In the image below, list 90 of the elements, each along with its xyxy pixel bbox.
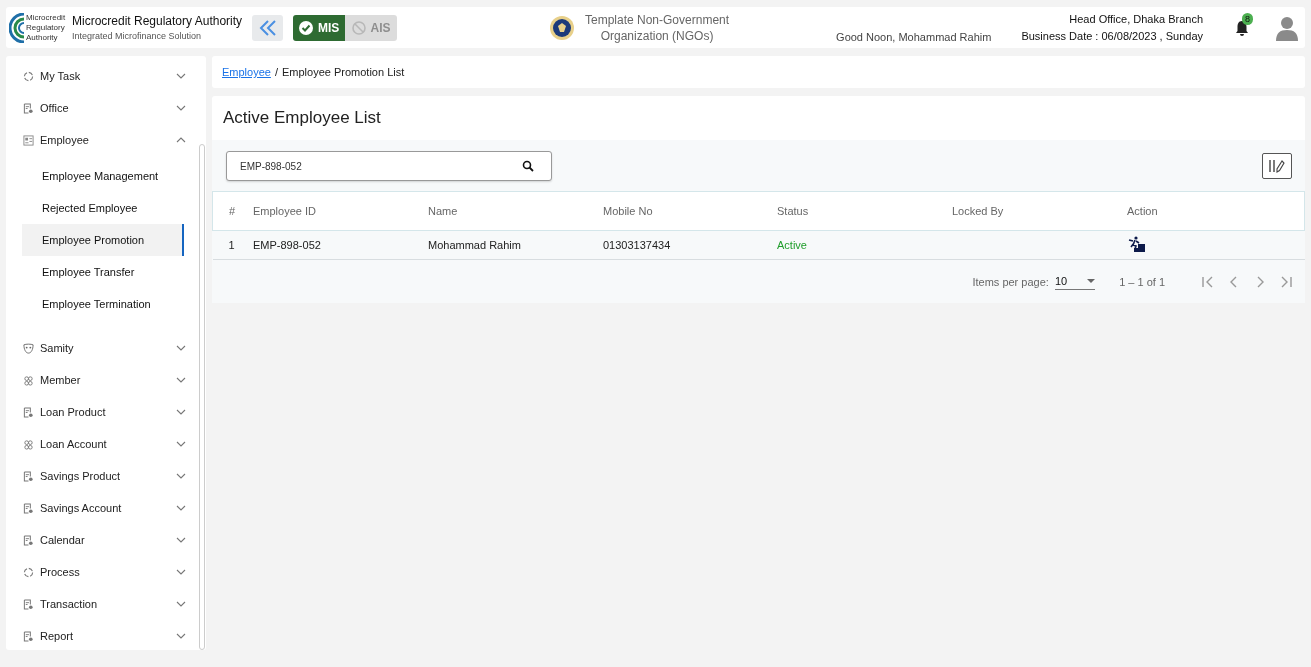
cycle-icon — [23, 566, 34, 578]
column-header: Employee ID — [252, 191, 427, 231]
column-header: Name — [427, 191, 602, 231]
notification-count: 8 — [1242, 12, 1253, 25]
chevron-down-icon — [176, 377, 186, 383]
sidebar-item[interactable]: Calendar — [6, 524, 206, 556]
document-icon — [23, 102, 34, 114]
breadcrumb-current: Employee Promotion List — [282, 66, 405, 78]
sidebar-item[interactable]: Samity — [6, 332, 206, 364]
authority-logo-icon — [9, 12, 25, 43]
sidebar-item[interactable]: Loan Product — [6, 396, 206, 428]
sidebar-item[interactable]: Loan Account — [6, 428, 206, 460]
id-card-icon — [23, 134, 34, 146]
sidebar-subitem[interactable]: Employee Transfer — [22, 256, 184, 288]
mask-icon — [23, 342, 34, 354]
sidebar-subitem[interactable]: Rejected Employee — [22, 192, 184, 224]
sidebar-item[interactable]: Process — [6, 556, 206, 588]
document-icon — [23, 502, 34, 514]
document-icon — [23, 630, 34, 642]
last-page-icon[interactable] — [1279, 275, 1293, 288]
table-cell: 1 — [228, 239, 235, 251]
column-header: Mobile No — [602, 191, 776, 231]
chevron-down-icon — [176, 569, 186, 575]
table-cell: 01303137434 — [603, 239, 671, 251]
sidebar-item[interactable]: Savings Account — [6, 492, 206, 524]
sidebar-item[interactable]: Employee — [6, 124, 206, 156]
sidebar-subitem[interactable]: Employee Management — [22, 160, 184, 192]
sidebar-item[interactable]: Report — [6, 620, 206, 652]
card-title: Active Employee List — [222, 107, 382, 129]
logo-text: Regulatory — [26, 22, 66, 33]
chevron-down-icon — [176, 473, 186, 479]
items-per-page-label: Items per page: — [972, 275, 1049, 288]
chevron-down-icon — [176, 601, 186, 607]
chevron-down-icon — [176, 633, 186, 639]
scrollbar[interactable] — [199, 144, 205, 650]
sidebar-item[interactable]: Transaction — [6, 588, 206, 620]
people-icon — [23, 438, 34, 450]
chevron-down-icon — [176, 505, 186, 511]
column-header: Locked By — [951, 191, 1126, 231]
sidebar-item[interactable]: Office — [6, 92, 206, 124]
climbing-stairs-icon[interactable] — [1127, 236, 1145, 252]
ngo-name: Template Non-Government Organization (NGOs) — [585, 11, 730, 44]
search-field[interactable]: EMP-898-052 — [226, 151, 552, 181]
dropdown-caret-icon — [1087, 279, 1096, 283]
chevron-down-icon — [176, 537, 186, 543]
chevron-down-icon — [176, 441, 186, 447]
logo-text: Authority — [26, 32, 59, 43]
seal-icon — [549, 14, 575, 41]
table-cell: Active — [777, 239, 807, 251]
greeting-text: Good Noon, Mohammad Rahim — [836, 31, 992, 43]
sidebar-subitem[interactable]: Employee Promotion — [22, 224, 184, 256]
page-range: 1 – 1 of 1 — [1119, 275, 1165, 288]
mode-tab[interactable]: MIS — [293, 14, 346, 41]
breadcrumb-separator: / — [274, 66, 278, 78]
user-avatar-icon[interactable] — [1275, 14, 1299, 41]
chevron-up-icon — [176, 137, 186, 143]
search-icon[interactable] — [522, 160, 534, 172]
logo-text: Microcredit — [26, 12, 67, 23]
document-icon — [23, 598, 34, 610]
column-header: # — [212, 191, 252, 231]
first-page-icon[interactable] — [1201, 275, 1215, 288]
document-icon — [23, 406, 34, 418]
cycle-icon — [23, 70, 34, 82]
business-date: Business Date : 06/08/2023 , Sunday — [1021, 30, 1203, 42]
sidebar-item[interactable]: My Task — [6, 60, 206, 92]
chevron-down-icon — [176, 345, 186, 351]
chevron-down-icon — [176, 105, 186, 111]
column-header: Status — [776, 191, 951, 231]
sidebar-item[interactable]: Savings Product — [6, 460, 206, 492]
collapse-sidebar-button[interactable] — [252, 14, 284, 41]
sidebar-subitem[interactable]: Employee Termination — [22, 288, 184, 320]
chevron-down-icon — [176, 73, 186, 79]
double-chevron-left-icon — [257, 18, 278, 37]
office-name: Head Office, Dhaka Branch — [1069, 13, 1203, 25]
table-cell: EMP-898-052 — [253, 239, 321, 251]
chevron-down-icon — [176, 409, 186, 415]
people-icon — [23, 374, 34, 386]
org-subtitle: Integrated Microfinance Solution — [72, 31, 203, 41]
org-name: Microcredit Regulatory Authority — [72, 14, 243, 28]
column-header: Action — [1126, 191, 1305, 231]
edit-columns-button[interactable] — [1262, 153, 1292, 179]
page-size-select[interactable]: 10 — [1054, 273, 1096, 290]
document-icon — [23, 470, 34, 482]
breadcrumb-link[interactable]: Employee — [222, 66, 271, 78]
blocked-icon — [351, 20, 366, 35]
sidebar-item[interactable]: Member — [6, 364, 206, 396]
table-cell: Mohammad Rahim — [428, 239, 521, 251]
column-edit-icon — [1267, 157, 1287, 175]
document-icon — [23, 534, 34, 546]
check-circle-icon — [298, 20, 313, 35]
